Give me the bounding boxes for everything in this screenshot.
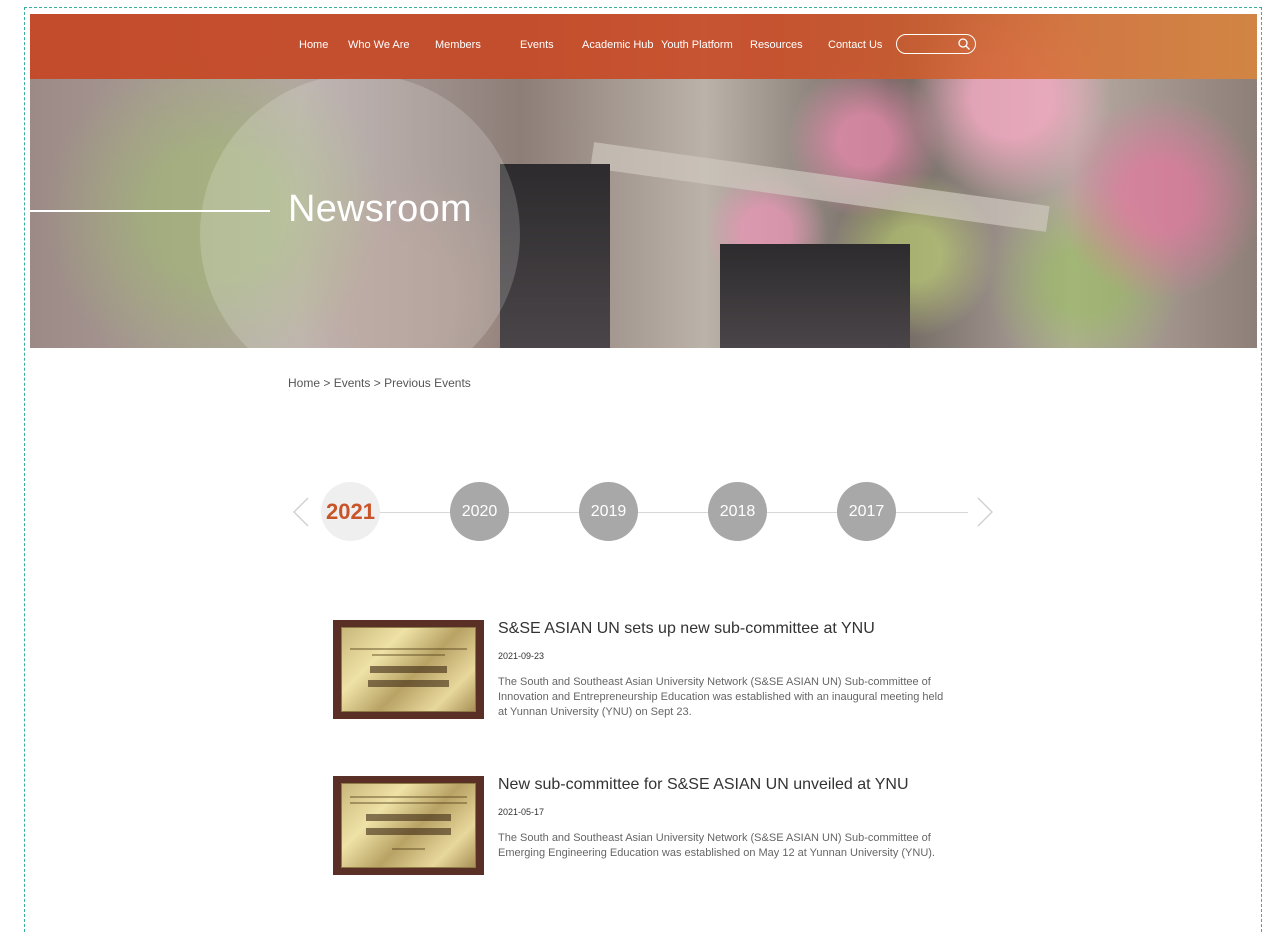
hero-window <box>720 244 910 348</box>
news-item: New sub-committee for S&SE ASIAN UN unve… <box>333 776 953 878</box>
news-summary: The South and Southeast Asian University… <box>498 832 935 859</box>
chevron-left-icon[interactable] <box>290 494 314 530</box>
nav-item-members[interactable]: Members <box>435 14 481 76</box>
news-date: 2021-05-17 <box>498 807 545 817</box>
nav-item-resources[interactable]: Resources <box>750 14 803 76</box>
news-title[interactable]: S&SE ASIAN UN sets up new sub-committee … <box>498 620 875 638</box>
page-title: Newsroom <box>288 188 472 230</box>
nav-item-events[interactable]: Events <box>520 14 554 76</box>
search-box[interactable] <box>896 34 976 54</box>
news-summary: The South and Southeast Asian University… <box>498 676 944 718</box>
nav-item-contact-us[interactable]: Contact Us <box>828 14 882 76</box>
chevron-right-icon[interactable] <box>972 494 996 530</box>
nav-item-home[interactable]: Home <box>299 14 328 76</box>
breadcrumb-events[interactable]: Events <box>334 376 371 390</box>
search-icon[interactable] <box>957 37 971 51</box>
news-thumbnail[interactable] <box>333 620 484 719</box>
hero-title-line <box>30 210 270 212</box>
news-title[interactable]: New sub-committee for S&SE ASIAN UN unve… <box>498 776 909 794</box>
breadcrumb-separator: > <box>320 376 334 390</box>
nav-item-youth-platform[interactable]: Youth Platform <box>661 14 733 76</box>
hero-ledge <box>590 142 1050 232</box>
search-input[interactable] <box>905 36 957 52</box>
news-item: S&SE ASIAN UN sets up new sub-committee … <box>333 620 953 722</box>
breadcrumb-current: Previous Events <box>384 376 471 390</box>
top-navbar: Home Who We Are Members Events Academic … <box>30 14 1257 79</box>
breadcrumb-separator: > <box>370 376 385 390</box>
year-tab-2018[interactable]: 2018 <box>708 482 767 541</box>
plaque-image <box>341 783 476 868</box>
nav-item-who-we-are[interactable]: Who We Are <box>348 14 410 76</box>
plaque-image <box>341 627 476 712</box>
breadcrumb: Home > Events > Previous Events <box>288 376 471 390</box>
news-date: 2021-09-23 <box>498 651 545 661</box>
year-tab-2021[interactable]: 2021 <box>321 482 380 541</box>
news-thumbnail[interactable] <box>333 776 484 875</box>
year-tab-2019[interactable]: 2019 <box>579 482 638 541</box>
year-tab-2020[interactable]: 2020 <box>450 482 509 541</box>
year-tab-2017[interactable]: 2017 <box>837 482 896 541</box>
breadcrumb-home[interactable]: Home <box>288 376 320 390</box>
nav-item-academic-hub[interactable]: Academic Hub <box>582 14 654 76</box>
